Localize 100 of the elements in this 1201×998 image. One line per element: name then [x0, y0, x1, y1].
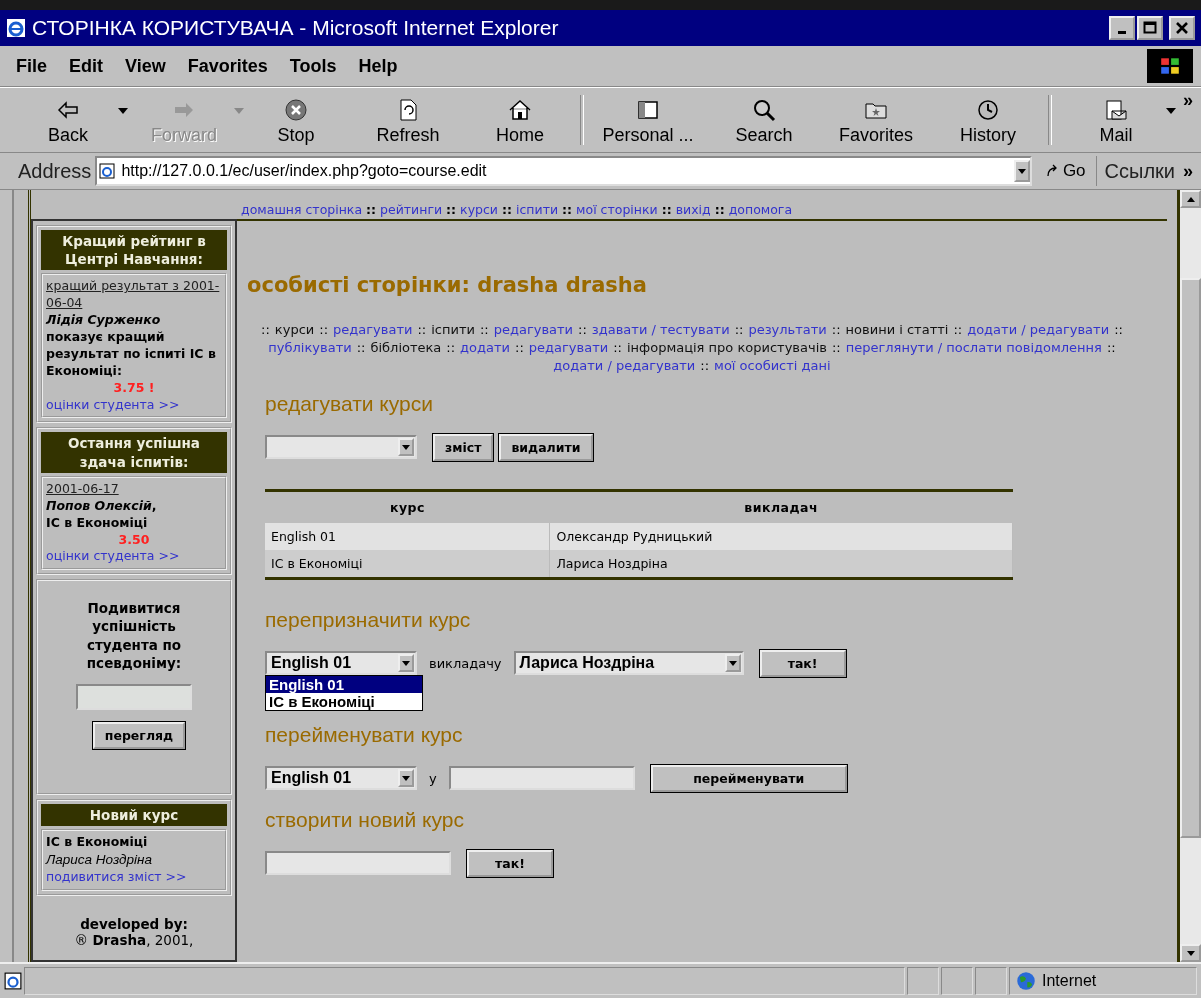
nav-link[interactable]: іспити	[516, 202, 559, 217]
caret-icon	[728, 660, 737, 666]
chevron-more[interactable]: »	[1179, 160, 1197, 182]
nav-link[interactable]: вихід	[675, 202, 711, 217]
separator-text: ::	[734, 321, 744, 339]
course-select[interactable]	[265, 435, 417, 460]
zone-text: Internet	[1042, 972, 1097, 990]
scroll-up-button[interactable]	[1180, 190, 1201, 208]
menu-item[interactable]: Tools	[281, 53, 345, 79]
separator-text: ::	[1106, 339, 1116, 358]
nav-link[interactable]: додати	[460, 339, 511, 358]
course-select[interactable]: English 01	[265, 651, 417, 676]
panel-link[interactable]: подивитися зміст >>	[46, 869, 187, 887]
nav-link[interactable]: домашня сторінка	[241, 202, 363, 217]
address-field[interactable]: http://127.0.0.1/ec/user/index.php?goto=course.edit	[95, 156, 1032, 186]
separator-text: ::	[502, 202, 512, 217]
nav-link[interactable]: результати	[748, 321, 827, 340]
separator-text: ::	[356, 339, 366, 358]
date-link[interactable]: кращий результат з 2001-06-04	[46, 278, 222, 313]
nickname-field[interactable]	[76, 684, 192, 711]
minimize-icon	[1118, 30, 1126, 34]
separator-text: ::	[446, 202, 457, 217]
down-arrow-icon	[1186, 950, 1195, 956]
window-title: СТОРІНКА КОРИСТУВАЧА - Microsoft Internet Explorer	[32, 16, 560, 40]
menu-item[interactable]: Edit	[61, 53, 111, 79]
nav-link[interactable]: здавати / тестувати	[591, 321, 730, 340]
nav-link[interactable]: переглянути / послати повідомлення	[845, 339, 1102, 358]
separator-text: ::	[1114, 321, 1123, 339]
nav-link[interactable]: допомога	[728, 202, 793, 217]
date-link[interactable]: 2001-06-17	[46, 480, 119, 498]
course-name-field[interactable]	[265, 851, 451, 876]
caret-icon[interactable]	[1017, 168, 1026, 174]
globe-icon	[1016, 971, 1036, 991]
course-select[interactable]: English 01	[265, 766, 417, 791]
toolbar-button[interactable]: Refresh	[352, 92, 464, 148]
up-arrow-icon	[1186, 196, 1195, 202]
panel-link[interactable]: оцінки студента >>	[46, 396, 180, 414]
nav-link[interactable]: курси	[460, 202, 498, 217]
menu-item[interactable]: Favorites	[179, 53, 276, 79]
name-field[interactable]	[448, 766, 635, 791]
menu-item[interactable]: Help	[350, 53, 406, 79]
separator-text: ::	[479, 321, 489, 339]
nav-link[interactable]: додати / редагувати	[967, 321, 1110, 340]
dropdown-option[interactable]: English 01	[266, 676, 422, 694]
form-button[interactable]: зміст	[433, 433, 494, 461]
separator-text: ::	[613, 339, 622, 358]
menu-item[interactable]: View	[117, 53, 174, 79]
table-cell: IC в Економіці	[265, 549, 550, 579]
go-button[interactable]: Go	[1035, 156, 1097, 186]
panel-text: Попов Олексій,	[46, 497, 157, 515]
credits-text: developed by:	[79, 916, 189, 933]
nav-link[interactable]: редагувати	[333, 321, 413, 340]
caret-icon	[402, 775, 410, 781]
nav-link[interactable]: редагувати	[528, 339, 609, 358]
caret-icon	[402, 444, 410, 450]
score-text: 3.75 !	[113, 379, 155, 397]
separator-text: ::	[831, 339, 841, 358]
nav-link[interactable]: додати / редагувати	[553, 357, 696, 376]
rename-button[interactable]: перейменувати	[650, 764, 847, 792]
maximize-button[interactable]	[1137, 16, 1163, 40]
toolbar-button[interactable]: Favorites	[820, 92, 932, 148]
panel-text: IC в Економіці	[46, 514, 148, 532]
links-button[interactable]: Ссылки	[1100, 159, 1175, 183]
toolbar-button[interactable]: Personal ...	[588, 92, 708, 148]
chevron-more[interactable]: »	[1183, 90, 1193, 111]
teacher-name: Лариса Ноздріна	[46, 851, 152, 870]
separator-text: ::	[714, 202, 725, 217]
create-button[interactable]: так!	[467, 849, 553, 877]
table-cell: English 01	[265, 522, 550, 550]
nav-link[interactable]: редагувати	[493, 321, 574, 340]
separator-text: ::	[661, 202, 672, 217]
stop-icon	[284, 97, 308, 122]
browser-icon	[6, 18, 26, 38]
submit-button[interactable]: так!	[759, 649, 846, 677]
panel-text: IC в Економіці	[46, 834, 148, 852]
toolbar-button[interactable]: History	[932, 92, 1044, 148]
nav-link[interactable]: мої особисті дані	[714, 357, 831, 376]
menu-item[interactable]: File	[8, 53, 55, 79]
nav-link[interactable]: рейтинги	[380, 202, 443, 217]
form-button[interactable]: видалити	[499, 433, 593, 461]
view-button[interactable]: перегляд	[92, 722, 186, 750]
caret-icon	[1166, 107, 1176, 114]
minimize-button[interactable]	[1109, 16, 1135, 40]
toolbar-button[interactable]: Stop	[240, 92, 352, 148]
nav-link[interactable]: мої сторінки	[576, 202, 658, 217]
toolbar-button[interactable]: Back	[8, 92, 128, 148]
toolbar-button[interactable]: Mail	[1056, 92, 1176, 148]
section-label: інформація про користувачів	[626, 339, 827, 358]
nav-link[interactable]: публікувати	[268, 339, 352, 358]
teacher-select[interactable]: Лариса Ноздріна	[513, 651, 744, 676]
toolbar-button[interactable]: Search	[708, 92, 820, 148]
close-button[interactable]	[1169, 16, 1195, 40]
scroll-down-button[interactable]	[1180, 944, 1201, 962]
separator-text: ::	[831, 321, 841, 339]
separator-text: ::	[366, 202, 377, 217]
dropdown-option[interactable]: IC в Економіці	[266, 693, 422, 711]
toolbar-button[interactable]: Home	[464, 92, 576, 148]
caret-icon	[402, 660, 410, 666]
panel-link[interactable]: оцінки студента >>	[46, 548, 180, 566]
separator-text: ::	[319, 321, 329, 339]
